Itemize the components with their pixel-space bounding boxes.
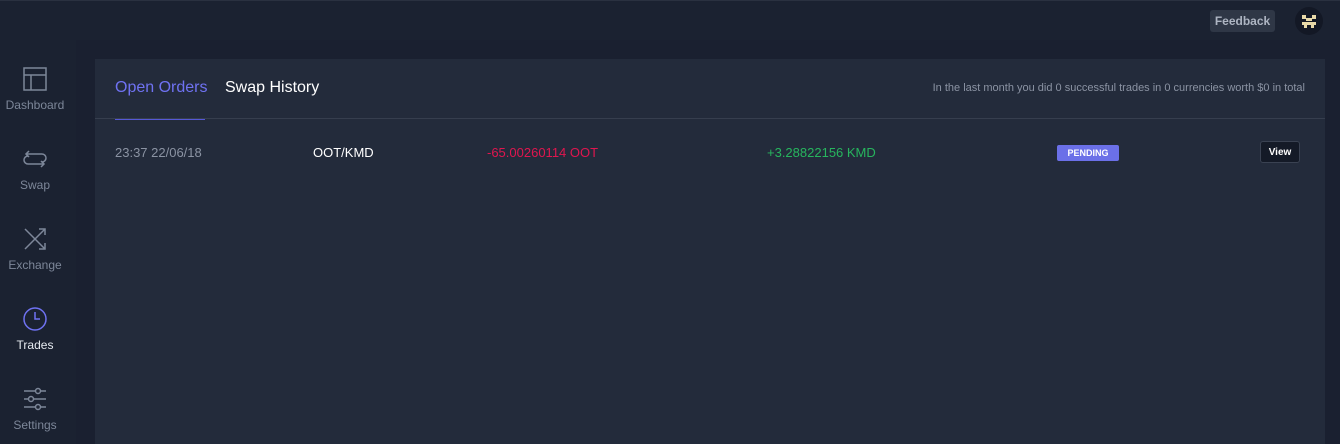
tab-open-orders[interactable]: Open Orders [115, 79, 207, 120]
sidebar: Dashboard Swap Exchange Trades Settings [0, 40, 76, 444]
top-bar: Feedback [0, 0, 1340, 40]
dashboard-icon [23, 67, 47, 91]
order-sent-amount: -65.00260114 OOT [487, 145, 599, 160]
table-row: 23:37 22/06/18 OOT/KMD -65.00260114 OOT … [95, 139, 1325, 167]
clock-icon [23, 307, 47, 331]
avatar-icon [1302, 15, 1316, 28]
exchange-icon [24, 228, 46, 250]
sidebar-item-label: Dashboard [5, 98, 65, 112]
sidebar-item-swap[interactable]: Swap [0, 146, 70, 216]
avatar[interactable] [1295, 7, 1323, 35]
view-order-button[interactable]: View [1260, 141, 1300, 163]
order-pair: OOT/KMD [313, 145, 374, 160]
swap-icon [23, 150, 47, 168]
status-badge: PENDING [1057, 145, 1119, 161]
sidebar-item-trades[interactable]: Trades [0, 306, 70, 376]
feedback-button[interactable]: Feedback [1210, 10, 1275, 32]
order-received-amount: +3.28822156 KMD [767, 145, 876, 160]
trade-stats-summary: In the last month you did 0 successful t… [932, 82, 1305, 94]
sidebar-item-label: Swap [19, 178, 51, 192]
sidebar-item-label: Exchange [8, 258, 62, 272]
sidebar-item-label: Settings [13, 418, 57, 432]
order-time: 23:37 22/06/18 [115, 145, 202, 160]
sidebar-item-dashboard[interactable]: Dashboard [0, 66, 70, 136]
sidebar-item-settings[interactable]: Settings [0, 386, 70, 444]
sidebar-item-label: Trades [16, 338, 54, 352]
sidebar-item-exchange[interactable]: Exchange [0, 226, 70, 296]
trades-panel: Open Orders Swap History In the last mon… [95, 59, 1325, 444]
divider [95, 118, 1325, 119]
tab-swap-history[interactable]: Swap History [225, 79, 319, 119]
sliders-icon [24, 387, 46, 411]
